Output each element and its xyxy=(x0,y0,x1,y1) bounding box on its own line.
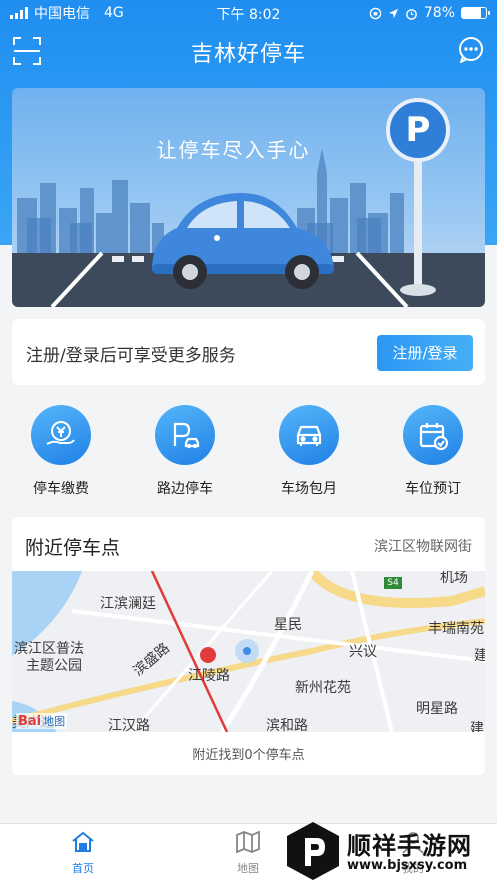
map-label: 江汉路 xyxy=(108,718,150,732)
map-label: 机场 xyxy=(440,571,468,586)
tab-label: 首页 xyxy=(72,862,94,875)
current-location[interactable]: 滨江区物联网街 xyxy=(374,536,472,556)
message-button[interactable] xyxy=(457,36,485,64)
service-label: 停车缴费 xyxy=(33,481,89,497)
highway-tag: S4 xyxy=(387,578,399,588)
calendar-check-icon xyxy=(403,405,463,465)
battery-icon xyxy=(461,7,490,19)
chat-bubble-icon xyxy=(459,37,483,63)
app-header: 吉林好停车 xyxy=(0,26,497,78)
map-label: 江陵路 xyxy=(188,668,230,684)
tab-home[interactable]: 首页 xyxy=(53,830,113,876)
map-label: 新州花苑 xyxy=(295,680,351,696)
watermark-logo-icon xyxy=(287,822,339,880)
home-icon xyxy=(72,831,94,852)
baidu-map-logo: Bai 地图 xyxy=(16,713,68,729)
watermark-url: www.bjsxsy.com xyxy=(347,858,468,873)
service-monthly-pass[interactable]: 车场包月 xyxy=(259,405,359,498)
tab-map[interactable]: 地图 xyxy=(218,830,278,876)
watermark-title: 顺祥手游网 xyxy=(347,832,472,860)
nearby-map[interactable]: 江滨澜廷 星民 机场 丰瑞南苑 滨江区普法 主题公园 滨盛路 兴议 建 江陵路 … xyxy=(12,571,485,732)
map-label: 建 xyxy=(474,648,485,664)
map-label: 明星路 xyxy=(416,701,458,717)
service-label: 路边停车 xyxy=(157,481,213,497)
promo-banner[interactable]: 让停车尽入手心 P xyxy=(12,88,485,307)
tab-label: 地图 xyxy=(237,862,259,875)
map-label: 江滨澜廷 xyxy=(100,596,156,612)
map-label: 星民 xyxy=(274,617,302,633)
car-icon xyxy=(279,405,339,465)
register-login-button[interactable]: 注册/登录 xyxy=(377,335,473,371)
map-label: 丰瑞南苑 xyxy=(428,621,484,637)
login-prompt: 注册/登录后可享受更多服务 xyxy=(26,346,236,366)
map-label: 建 xyxy=(470,721,484,732)
login-card: 注册/登录后可享受更多服务 注册/登录 xyxy=(12,319,485,385)
hand-coin-icon xyxy=(31,405,91,465)
map-label: 主题公园 xyxy=(26,658,82,674)
parking-car-icon xyxy=(155,405,215,465)
status-time: 下午 8:02 xyxy=(216,7,281,23)
service-grid: 停车缴费 路边停车 车场包月 车位预订 xyxy=(0,405,497,500)
parking-sign-letter: P xyxy=(405,110,431,150)
map-label: 滨和路 xyxy=(266,718,308,732)
nearby-title: 附近停车点 xyxy=(25,537,121,559)
nearby-parking-card: 附近停车点 滨江区物联网街 江滨澜廷 星民 机场 丰瑞南苑 滨江区普法 主题公园… xyxy=(12,517,485,775)
map-label: 兴议 xyxy=(349,644,377,660)
service-spot-booking[interactable]: 车位预订 xyxy=(383,405,483,498)
status-bar: 中国电信 4G 下午 8:02 78% xyxy=(0,0,497,26)
site-watermark: 顺祥手游网 www.bjsxsy.com xyxy=(283,818,497,883)
service-parking-payment[interactable]: 停车缴费 xyxy=(11,405,111,498)
nearby-result-text: 附近找到0个停车点 xyxy=(192,748,305,763)
map-icon xyxy=(236,830,260,854)
service-label: 车场包月 xyxy=(281,481,337,497)
service-street-parking[interactable]: 路边停车 xyxy=(135,405,235,498)
service-label: 车位预订 xyxy=(405,481,461,497)
page-title: 吉林好停车 xyxy=(190,42,306,67)
